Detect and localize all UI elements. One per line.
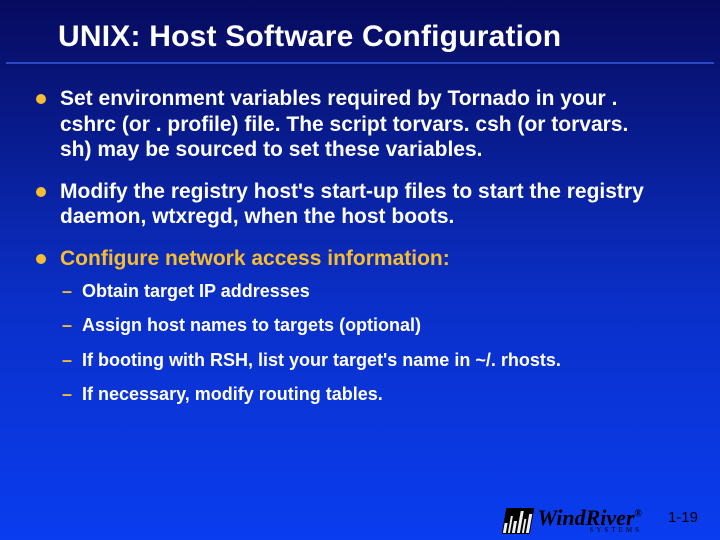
slide-title: UNIX: Host Software Configuration — [0, 0, 720, 56]
sub-bullet-text: Assign host names to targets (optional) — [82, 314, 421, 337]
dash-icon: – — [62, 314, 72, 337]
bullet-item: Configure network access information: — [36, 246, 662, 272]
bullet-dot-icon — [36, 94, 46, 104]
sub-bullet-text: If booting with RSH, list your target's … — [82, 349, 561, 372]
bullet-dot-icon — [36, 187, 46, 197]
dash-icon: – — [62, 349, 72, 372]
registered-icon: ® — [635, 509, 642, 520]
sub-bullet-text: Obtain target IP addresses — [82, 280, 310, 303]
bullet-item: Modify the registry host's start-up file… — [36, 179, 662, 230]
sub-bullet-item: – Assign host names to targets (optional… — [62, 314, 662, 337]
sub-bullet-list: – Obtain target IP addresses – Assign ho… — [62, 280, 662, 406]
bullet-item: Set environment variables required by To… — [36, 86, 662, 163]
logo-bars-icon — [501, 508, 534, 534]
bullet-text: Set environment variables required by To… — [60, 86, 662, 163]
sub-bullet-item: – If booting with RSH, list your target'… — [62, 349, 662, 372]
page-number: 1-19 — [668, 509, 698, 526]
slide-body: Set environment variables required by To… — [0, 64, 720, 406]
sub-bullet-item: – If necessary, modify routing tables. — [62, 383, 662, 406]
dash-icon: – — [62, 280, 72, 303]
bullet-text: Modify the registry host's start-up file… — [60, 179, 662, 230]
brand-logo: WindRiver® SYSTEMS — [504, 507, 642, 534]
slide: UNIX: Host Software Configuration Set en… — [0, 0, 720, 540]
dash-icon: – — [62, 383, 72, 406]
bullet-text-highlight: Configure network access information: — [60, 246, 450, 272]
sub-bullet-text: If necessary, modify routing tables. — [82, 383, 383, 406]
bullet-dot-icon — [36, 254, 46, 264]
sub-bullet-item: – Obtain target IP addresses — [62, 280, 662, 303]
brand-text: WindRiver® SYSTEMS — [538, 507, 642, 534]
